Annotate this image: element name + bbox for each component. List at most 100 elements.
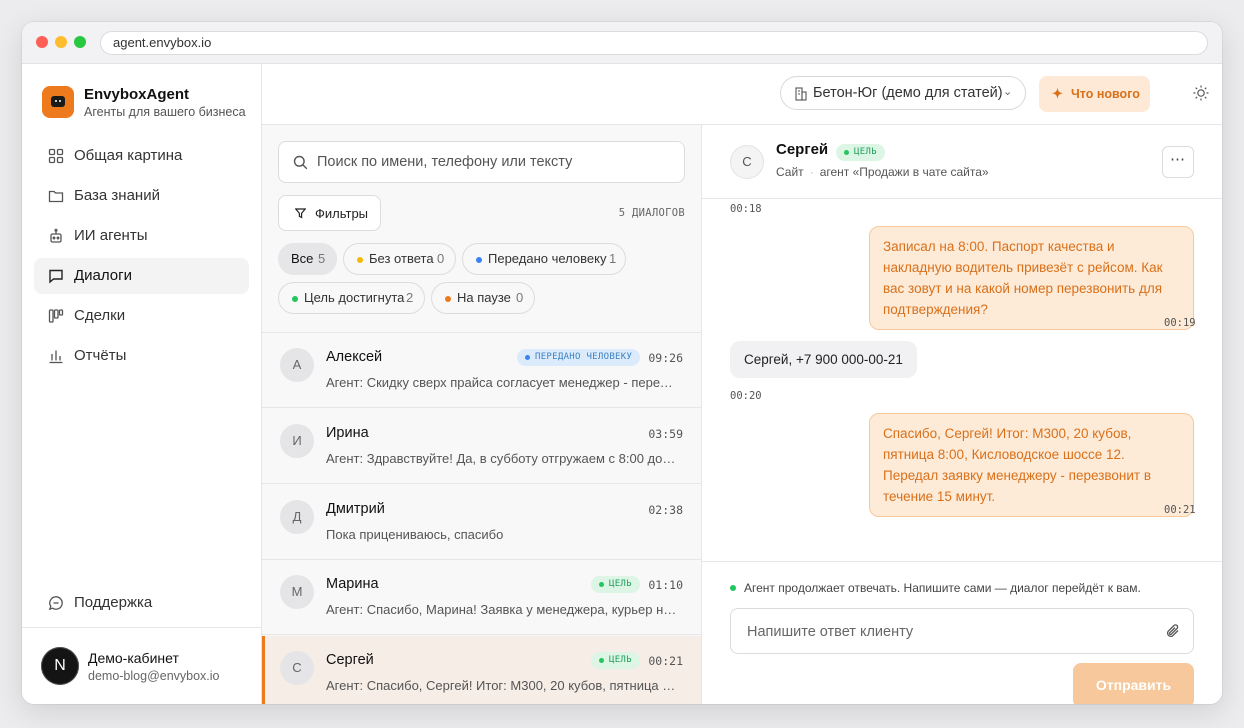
message-outgoing: Записал на 8:00. Паспорт качества и накл… xyxy=(869,226,1194,330)
sidebar-item-label: ИИ агенты xyxy=(74,227,148,244)
chip-all[interactable]: Все 5 xyxy=(278,243,337,275)
sidebar-item-overview[interactable]: Общая картина xyxy=(34,138,249,174)
avatar: А xyxy=(280,348,314,382)
dialog-preview: Агент: Здравствуйте! Да, в субботу отгру… xyxy=(326,451,678,466)
chip-no-reply[interactable]: Без ответа 0 xyxy=(343,243,456,275)
chip-handed-to-human[interactable]: Передано человеку 1 xyxy=(462,243,626,275)
dialog-time: 02:38 xyxy=(648,503,683,517)
message-incoming: Сергей, +7 900 000-00-21 xyxy=(730,341,917,378)
chip-label: Передано человеку xyxy=(488,251,607,266)
dialog-row[interactable]: Д Дмитрий 02:38 Пока прицениваюсь, спаси… xyxy=(262,485,701,560)
dialog-row[interactable]: И Ирина 03:59 Агент: Здравствуйте! Да, в… xyxy=(262,409,701,484)
sidebar-item-label: Диалоги xyxy=(74,267,132,284)
divider xyxy=(702,561,1222,562)
chip-label: Без ответа xyxy=(369,251,434,266)
filters-button[interactable]: Фильтры xyxy=(278,195,381,231)
filter-icon xyxy=(295,208,306,219)
sidebar-item-label: Сделки xyxy=(74,307,126,324)
folder-icon xyxy=(48,190,64,203)
message-time: 00:20 xyxy=(730,390,762,402)
message-time: 00:21 xyxy=(1164,504,1196,516)
maximize-window-button[interactable] xyxy=(74,36,86,48)
chip-count: 2 xyxy=(406,290,414,305)
dialog-time: 00:21 xyxy=(648,654,683,668)
minimize-window-button[interactable] xyxy=(55,36,67,48)
workspace-select[interactable]: Бетон-Юг (демо для статей) ⌄ xyxy=(780,76,1026,110)
agent-status-note: Агент продолжает отвечать. Напишите сами… xyxy=(730,581,1141,595)
sidebar-item-knowledge-base[interactable]: База знаний xyxy=(34,178,249,214)
chip-label: Цель достигнута xyxy=(304,290,405,305)
dialog-name: Алексей xyxy=(326,349,383,365)
search-input[interactable] xyxy=(317,150,672,174)
contact-meta: Сайт · агент «Продажи в чате сайта» xyxy=(776,165,989,179)
top-header: Бетон-Юг (демо для статей) ⌄ ✦ Что новог… xyxy=(262,64,1222,125)
dialog-preview: Агент: Скидку сверх прайса согласует мен… xyxy=(326,375,678,390)
more-options-button[interactable]: ⋯ xyxy=(1162,146,1194,178)
filters-label: Фильтры xyxy=(315,206,369,221)
status-dot xyxy=(445,296,451,302)
send-button[interactable]: Отправить xyxy=(1073,663,1194,704)
dialog-name: Марина xyxy=(326,576,379,592)
close-window-button[interactable] xyxy=(36,36,48,48)
sidebar-item-dialogs[interactable]: Диалоги xyxy=(34,258,249,294)
source-label: Сайт xyxy=(776,165,804,179)
sidebar-item-deals[interactable]: Сделки xyxy=(34,298,249,334)
chip-label: На паузе xyxy=(457,290,511,305)
sun-icon[interactable] xyxy=(1192,84,1210,102)
chip-count: 1 xyxy=(609,251,617,266)
dialog-count: 5 ДИАЛОГОВ xyxy=(618,207,685,219)
status-badge: ПЕРЕДАНО ЧЕЛОВЕКУ xyxy=(517,349,641,366)
divider xyxy=(22,627,262,628)
dialog-row[interactable]: М Марина ЦЕЛЬ 01:10 Агент: Спасибо, Мари… xyxy=(262,560,701,635)
reply-box xyxy=(730,608,1194,654)
browser-chrome: agent.envybox.io xyxy=(22,22,1222,64)
brand-name: EnvyboxAgent xyxy=(84,86,190,103)
chat-icon xyxy=(49,269,63,284)
agent-label: агент «Продажи в чате сайта» xyxy=(819,165,989,179)
dialog-preview: Агент: Спасибо, Сергей! Итог: М300, 20 к… xyxy=(326,678,678,693)
sidebar-item-label: Поддержка xyxy=(74,594,153,611)
reply-input[interactable] xyxy=(747,620,1147,644)
dialog-list-panel: Фильтры 5 ДИАЛОГОВ Все 5 Без ответа 0 Пе… xyxy=(262,125,702,704)
dialog-time: 01:10 xyxy=(648,578,683,592)
search-box xyxy=(278,141,685,183)
avatar: С xyxy=(280,651,314,685)
chip-goal-reached[interactable]: Цель достигнута 2 xyxy=(278,282,425,314)
chip-count: 0 xyxy=(437,251,445,266)
sidebar-item-label: Отчёты xyxy=(74,347,127,364)
chip-label: Все xyxy=(291,251,314,266)
dialog-name: Сергей xyxy=(326,652,374,668)
sparkle-icon: ✦ xyxy=(1052,86,1063,101)
sidebar-item-ai-agents[interactable]: ИИ агенты xyxy=(34,218,249,254)
sidebar-item-label: База знаний xyxy=(74,187,160,204)
status-badge: ЦЕЛЬ xyxy=(836,144,885,161)
avatar: М xyxy=(280,575,314,609)
status-dot xyxy=(292,296,298,302)
chip-count: 0 xyxy=(516,290,524,305)
sidebar-item-support[interactable]: Поддержка xyxy=(34,585,249,621)
support-chat-icon xyxy=(48,596,63,611)
chip-paused[interactable]: На паузе 0 xyxy=(431,282,535,314)
brand-logo xyxy=(42,86,74,118)
status-badge: ЦЕЛЬ xyxy=(591,652,640,669)
avatar: Д xyxy=(280,500,314,534)
dialog-row[interactable]: А Алексей ПЕРЕДАНО ЧЕЛОВЕКУ 09:26 Агент:… xyxy=(262,333,701,408)
address-bar[interactable]: agent.envybox.io xyxy=(100,31,1208,55)
contact-name: Сергей xyxy=(776,141,829,158)
kanban-icon xyxy=(48,309,64,323)
search-icon xyxy=(293,155,308,170)
paperclip-icon[interactable] xyxy=(1165,623,1181,639)
status-dot xyxy=(357,257,363,263)
brand-tagline: Агенты для вашего бизнеса xyxy=(84,105,246,119)
whats-new-button[interactable]: ✦ Что нового xyxy=(1039,76,1150,112)
dialog-time: 09:26 xyxy=(648,351,683,365)
status-dot xyxy=(476,257,482,263)
account-avatar[interactable]: N xyxy=(41,647,79,685)
dialog-time: 03:59 xyxy=(648,427,683,441)
sidebar: EnvyboxAgent Агенты для вашего бизнеса О… xyxy=(22,64,262,704)
sidebar-item-reports[interactable]: Отчёты xyxy=(34,338,249,374)
dialog-row-selected[interactable]: С Сергей ЦЕЛЬ 00:21 Агент: Спасибо, Серг… xyxy=(262,636,701,704)
workspace-name: Бетон-Юг (демо для статей) xyxy=(813,85,1003,101)
account-name[interactable]: Демо-кабинет xyxy=(88,650,179,666)
bar-chart-icon xyxy=(49,350,63,364)
